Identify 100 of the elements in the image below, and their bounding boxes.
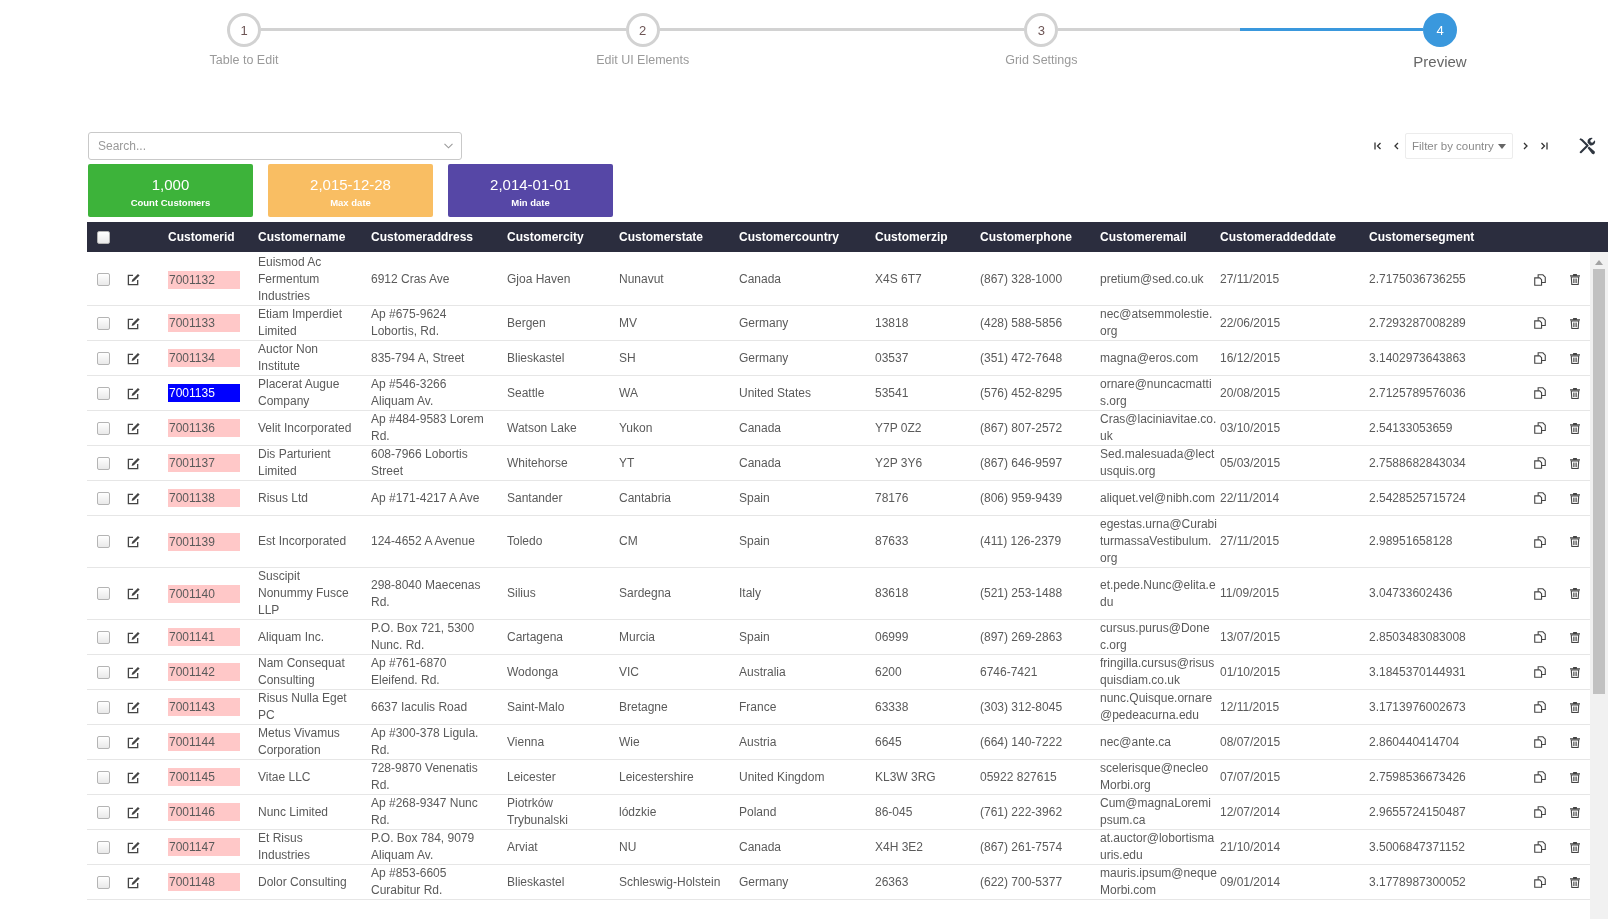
trash-icon[interactable] [1570, 422, 1580, 434]
copy-icon[interactable] [1534, 587, 1546, 600]
trash-icon[interactable] [1570, 387, 1580, 399]
edit-icon[interactable] [127, 630, 140, 644]
step-number[interactable]: 1 [227, 13, 261, 47]
trash-icon[interactable] [1570, 666, 1580, 678]
edit-icon[interactable] [127, 421, 140, 435]
trash-icon[interactable] [1570, 457, 1580, 469]
trash-icon[interactable] [1570, 492, 1580, 504]
table-cell-text: 07/07/2015 [1219, 768, 1282, 786]
vertical-scrollbar[interactable] [1590, 252, 1608, 919]
customer-id-cell: 7001141 [168, 628, 240, 646]
table-cell-text: Y7P 0Z2 [874, 419, 923, 437]
row-checkbox[interactable] [97, 770, 110, 784]
chevron-right-icon[interactable] [1523, 142, 1528, 150]
copy-icon[interactable] [1534, 422, 1546, 434]
edit-icon[interactable] [127, 386, 140, 400]
edit-icon[interactable] [127, 316, 140, 330]
trash-icon[interactable] [1570, 352, 1580, 364]
tools-icon[interactable] [1578, 137, 1596, 155]
copy-icon[interactable] [1534, 771, 1546, 783]
copy-icon[interactable] [1534, 841, 1546, 853]
table-cell-text: Germany [738, 873, 790, 891]
trash-icon[interactable] [1570, 588, 1580, 599]
trash-icon[interactable] [1570, 631, 1580, 643]
row-checkbox[interactable] [97, 316, 110, 330]
edit-icon[interactable] [127, 770, 140, 784]
table-cell-text: (428) 588-5856 [979, 314, 1064, 332]
table-cell-text: Saint-Malo [506, 698, 566, 716]
row-checkbox[interactable] [97, 535, 110, 548]
country-filter-dropdown[interactable]: Filter by country [1405, 133, 1513, 159]
table-cell-text: 2.5428525715724 [1368, 489, 1467, 507]
table-cell-text: X4S 6T7 [874, 271, 923, 288]
row-checkbox[interactable] [97, 386, 110, 400]
row-checkbox[interactable] [97, 840, 110, 854]
edit-icon[interactable] [127, 273, 140, 286]
edit-icon[interactable] [127, 456, 140, 470]
edit-icon[interactable] [127, 351, 140, 365]
edit-icon[interactable] [127, 535, 140, 548]
row-checkbox[interactable] [97, 700, 110, 714]
copy-icon[interactable] [1534, 806, 1546, 818]
edit-icon[interactable] [127, 491, 140, 505]
select-all-checkbox[interactable] [97, 230, 110, 244]
trash-icon[interactable] [1570, 274, 1580, 285]
search-field[interactable]: Search... [88, 132, 462, 160]
copy-icon[interactable] [1534, 736, 1546, 748]
row-checkbox[interactable] [97, 587, 110, 600]
trash-icon[interactable] [1570, 771, 1580, 783]
step-number[interactable]: 2 [625, 13, 660, 47]
row-checkbox[interactable] [97, 273, 110, 286]
row-checkbox[interactable] [97, 735, 110, 749]
copy-icon[interactable] [1534, 273, 1546, 286]
table-cell-text: 835-794 A, Street [370, 349, 466, 367]
copy-icon[interactable] [1534, 535, 1546, 548]
table-cell-text: Y2P 3Y6 [874, 454, 924, 472]
trash-icon[interactable] [1570, 701, 1580, 713]
customer-id-cell: 7001139 [168, 532, 240, 551]
edit-icon[interactable] [127, 735, 140, 749]
trash-icon[interactable] [1570, 317, 1580, 329]
scrollbar-thumb[interactable] [1593, 269, 1605, 694]
chevron-left-icon[interactable] [1394, 142, 1399, 150]
row-checkbox[interactable] [97, 875, 110, 889]
copy-icon[interactable] [1534, 387, 1546, 399]
table-cell-text: United States [738, 384, 813, 402]
row-checkbox[interactable] [97, 421, 110, 435]
row-checkbox[interactable] [97, 630, 110, 644]
copy-icon[interactable] [1534, 317, 1546, 329]
edit-icon[interactable] [127, 700, 140, 714]
trash-icon[interactable] [1570, 806, 1580, 818]
edit-icon[interactable] [127, 665, 140, 679]
copy-icon[interactable] [1534, 701, 1546, 713]
copy-icon[interactable] [1534, 352, 1546, 364]
table-cell-text: 3.1713976002673 [1368, 698, 1467, 716]
trash-icon[interactable] [1570, 736, 1580, 748]
row-checkbox[interactable] [97, 456, 110, 470]
table-cell-text: 124-4652 A Avenue [370, 533, 476, 550]
trash-icon[interactable] [1570, 876, 1580, 888]
table-cell-text: Ap #675-9624 Lobortis, Rd. [370, 306, 448, 340]
edit-icon[interactable] [127, 587, 140, 600]
row-checkbox[interactable] [97, 491, 110, 505]
copy-icon[interactable] [1534, 492, 1546, 504]
copy-icon[interactable] [1534, 666, 1546, 678]
copy-icon[interactable] [1534, 631, 1546, 643]
edit-icon[interactable] [127, 875, 140, 889]
edit-icon[interactable] [127, 840, 140, 854]
copy-icon[interactable] [1534, 457, 1546, 469]
edit-icon[interactable] [127, 805, 140, 819]
table-cell-text: (521) 253-1488 [979, 585, 1064, 602]
row-checkbox[interactable] [97, 351, 110, 365]
trash-icon[interactable] [1570, 536, 1580, 547]
copy-icon[interactable] [1534, 876, 1546, 888]
card-value: 1,000 [151, 175, 190, 194]
step-number[interactable]: 3 [1024, 13, 1059, 47]
table-cell-text: (897) 269-2863 [979, 628, 1064, 646]
trash-icon[interactable] [1570, 841, 1580, 853]
table-cell-text: (351) 472-7648 [979, 349, 1064, 367]
row-checkbox[interactable] [97, 805, 110, 819]
row-checkbox[interactable] [97, 665, 110, 679]
chevron-left-bar-icon[interactable] [1374, 142, 1382, 150]
chevron-right-bar-icon[interactable] [1540, 142, 1548, 150]
